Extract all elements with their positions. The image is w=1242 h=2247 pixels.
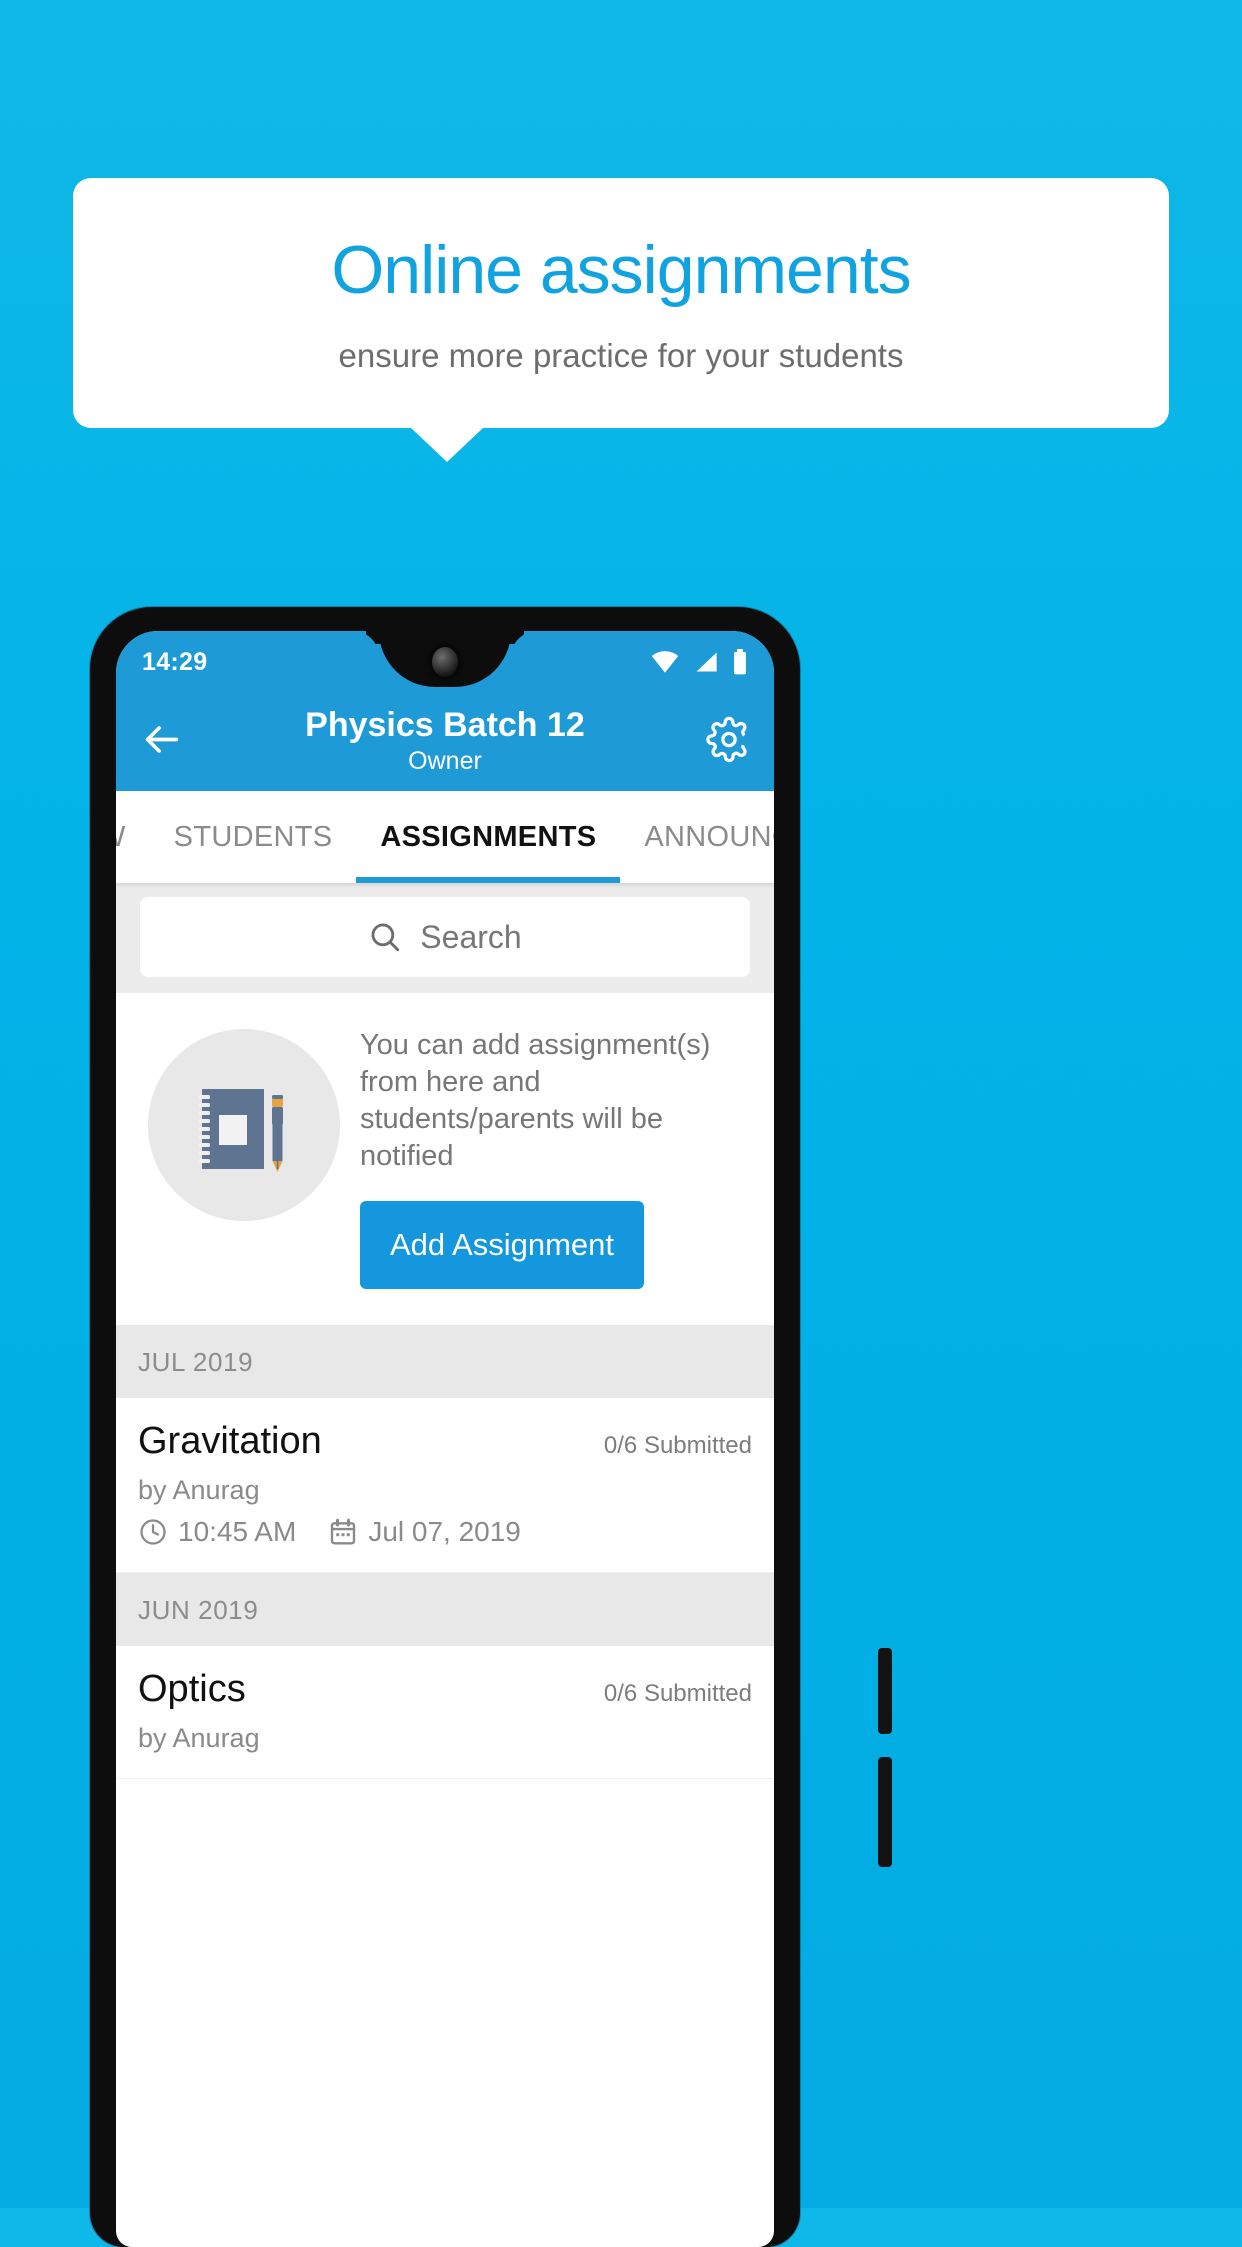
assignment-row-top: Gravitation 0/6 Submitted [138, 1420, 752, 1463]
status-time: 14:29 [142, 647, 208, 676]
tab-label: ASSIGNMENTS [380, 820, 597, 853]
front-camera-icon [432, 647, 458, 677]
assignment-title: Optics [138, 1668, 246, 1711]
empty-state-message: You can add assignment(s) from here and … [360, 1029, 711, 1173]
clock-icon [138, 1517, 168, 1547]
empty-state-card: You can add assignment(s) from here and … [116, 993, 774, 1326]
volume-up-button[interactable] [878, 1648, 892, 1734]
search-bar-container: Search [116, 883, 774, 993]
assignment-author: by Anurag [138, 1723, 260, 1754]
back-button[interactable] [138, 717, 184, 768]
settings-button[interactable] [706, 716, 752, 768]
empty-state-content: You can add assignment(s) from here and … [344, 1019, 752, 1290]
app-bar-titles: Physics Batch 12 Owner [305, 706, 585, 776]
search-placeholder: Search [420, 918, 522, 955]
wifi-icon [650, 650, 680, 674]
month-header: JUN 2019 [116, 1573, 774, 1647]
tab-label: STUDENTS [173, 820, 333, 853]
month-header: JUL 2019 [116, 1325, 774, 1399]
tab-overview[interactable]: IEW [116, 791, 150, 883]
assignment-date: Jul 07, 2019 [368, 1516, 521, 1548]
tab-announcements[interactable]: ANNOUNCEM [620, 791, 774, 883]
assignment-row[interactable]: Optics 0/6 Submitted by Anurag [116, 1646, 774, 1780]
assignment-title: Gravitation [138, 1420, 322, 1463]
signal-icon [693, 650, 719, 674]
assignment-author: by Anurag [138, 1475, 260, 1506]
assignment-row-top: Optics 0/6 Submitted [138, 1668, 752, 1711]
tab-label: IEW [116, 821, 126, 854]
assignment-row[interactable]: Gravitation 0/6 Submitted by Anurag 10:4… [116, 1398, 774, 1574]
phone-screen: 14:29 Physics Batch 12 Owner STUDENTS AS… [116, 631, 774, 2247]
search-icon [368, 920, 402, 954]
promo-subtitle: ensure more practice for your students [338, 336, 904, 374]
tab-students[interactable]: STUDENTS [150, 791, 357, 883]
promo-bubble-tail [410, 427, 484, 462]
app-bar: Physics Batch 12 Owner [116, 693, 774, 791]
tab-bar[interactable]: IEW STUDENTS ASSIGNMENTS ANNOUNCEM [116, 791, 774, 883]
tab-label: ANNOUNCEM [644, 820, 774, 853]
assignment-submitted-count: 0/6 Submitted [603, 1680, 752, 1708]
tab-assignments[interactable]: ASSIGNMENTS [356, 791, 621, 883]
assignment-meta: 10:45 AM Jul 07, 2019 [138, 1516, 752, 1548]
notebook-pen-icon [148, 1029, 340, 1221]
volume-down-button[interactable] [878, 1757, 892, 1867]
status-icons [650, 649, 748, 675]
promo-title: Online assignments [331, 232, 911, 309]
assignment-submitted-count: 0/6 Submitted [603, 1432, 752, 1460]
page-title: Physics Batch 12 [305, 706, 585, 745]
search-input[interactable]: Search [140, 897, 750, 977]
calendar-icon [328, 1517, 358, 1547]
assignment-time: 10:45 AM [178, 1516, 297, 1548]
add-assignment-button[interactable]: Add Assignment [360, 1201, 645, 1290]
promo-bubble: Online assignments ensure more practice … [73, 178, 1169, 428]
page-subtitle: Owner [408, 746, 482, 775]
battery-icon [732, 649, 748, 675]
phone-frame: 14:29 Physics Batch 12 Owner STUDENTS AS… [90, 607, 892, 2247]
